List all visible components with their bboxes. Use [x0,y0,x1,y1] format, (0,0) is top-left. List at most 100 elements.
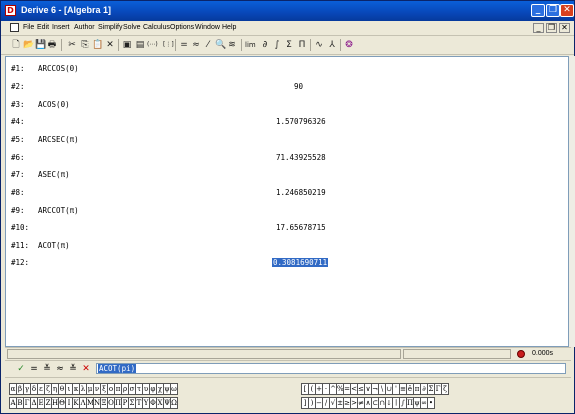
expression-input[interactable]: ARCCOT(π) [38,206,79,215]
close-button[interactable]: ✕ [560,4,574,17]
derive-logo-icon[interactable]: ❂ [344,39,354,51]
symbol-palette: [(+ · ^% = < ≤ ∨ ¬ \ ∪ ' ≡ ê π ∂ Σ Γζ ]) − / √ ± ≥ > ≠ ∧ ⊂ ∩ ↓ ∣ ∫ Πψ ∞… [301,382,541,412]
palette-symbol-button[interactable]: ω [170,383,178,395]
palette-symbol-button[interactable]: • [427,397,435,409]
expression-result[interactable]: 71.43925528 [276,153,326,162]
cut-icon[interactable]: ✂ [67,39,77,51]
enter-icon[interactable]: ✓ [16,363,26,375]
doc-minimize-button[interactable]: _ [533,23,544,33]
derive-app-icon[interactable]: D [5,5,16,16]
expand-icon[interactable]: ≋ [227,39,237,51]
toolbar-separator [241,39,242,51]
menu-solve[interactable]: Solve [123,24,141,31]
expression-label[interactable]: #3: [11,100,25,109]
menu-calculus[interactable]: Calculus [143,24,170,31]
integral-icon[interactable]: ∫ [272,39,282,51]
expression-result[interactable]: 17.65678715 [276,223,326,232]
approximate-icon[interactable]: ≈ [55,363,65,375]
enter-and-simplify-icon[interactable]: ≚ [42,363,52,375]
expression-entry-bar: ✓ = ≚ ≈ ≚ ✕ ACOT(pi) [5,360,571,378]
expression-label[interactable]: #9: [11,206,25,215]
expression-label[interactable]: #11: [11,241,29,250]
toolbar-separator [310,39,311,51]
simplify-icon[interactable]: = [29,363,39,375]
menu-simplify[interactable]: Simplify [98,24,123,31]
minimize-button[interactable]: _ [531,4,545,17]
plot-2d-icon[interactable]: ∿ [314,39,324,51]
symbol-row-2: ]) − / √ ± ≥ > ≠ ∧ ⊂ ∩ ↓ ∣ ∫ Πψ ∞ • [301,397,435,410]
expression-input[interactable]: ACOS(0) [38,100,70,109]
menu-help[interactable]: Help [222,24,236,31]
status-message-pane [7,349,401,359]
expression-input[interactable]: ACOT(π) [38,241,70,250]
symbol-row-1: [(+ · ^% = < ≤ ∨ ¬ \ ∪ ' ≡ ê π ∂ Σ Γζ [301,383,449,396]
menu-options[interactable]: Options [170,24,194,31]
expression-result[interactable]: 1.570796326 [276,117,326,126]
simplify-equals-icon[interactable]: = [179,39,189,51]
elapsed-time: 0.000s [532,350,554,357]
greek-uppercase-row: ΑΒΓΔΕΖΗΘΙΚΛΜΝΞΟΠΡΣΤΥΦΧΨΩ [9,397,178,410]
save-icon[interactable]: 💾 [35,39,46,51]
expression-input[interactable]: ASEC(π) [38,170,70,179]
maximize-button[interactable]: ❐ [546,4,560,17]
expression-label[interactable]: #5: [11,135,25,144]
toolbar-separator [340,39,341,51]
author-matrix-icon[interactable]: (⋯) [147,39,158,51]
expression-label[interactable]: #4: [11,117,25,126]
doc-close-button[interactable]: ✕ [559,23,570,33]
expression-label[interactable]: #2: [11,82,25,91]
menu-insert[interactable]: Insert [52,24,70,31]
plot-3d-icon[interactable]: ⅄ [327,39,337,51]
expression-label[interactable]: #10: [11,223,29,232]
approximate-icon[interactable]: ≈ [191,39,201,51]
palette-symbol-button[interactable]: Ω [170,397,178,409]
document-icon[interactable] [10,23,19,32]
substitute-icon[interactable]: 🔍 [215,39,226,51]
selected-expression-result[interactable]: 0.3081690711 [272,258,329,267]
expression-result[interactable]: 1.246850219 [276,188,326,197]
entry-text[interactable]: ACOT(pi) [98,364,137,373]
expression-label[interactable]: #1: [11,64,25,73]
delete-icon[interactable]: ✕ [105,39,115,51]
title-bar[interactable]: D Derive 6 - [Algebra 1] _ ❐ ✕ [1,1,574,21]
toolbar-separator [118,39,119,51]
status-bar: 0.000s [5,347,571,360]
palette-symbol-button[interactable]: ζ [441,383,449,395]
menu-author[interactable]: Author [74,24,95,31]
expression-label[interactable]: #8: [11,188,25,197]
limit-icon[interactable]: lim [245,39,256,51]
author-vector-icon[interactable]: ▤ [135,39,145,51]
doc-restore-button[interactable]: ❐ [546,23,557,33]
open-folder-icon[interactable]: 📂 [23,39,34,51]
menu-window[interactable]: Window [195,24,220,31]
author-grid-icon[interactable]: [⋮] [163,39,174,51]
author-text-icon[interactable]: ▣ [122,39,132,51]
vertical-scrollbar[interactable] [569,56,575,347]
solve-icon[interactable]: ⁄ [203,39,213,51]
expression-label[interactable]: #7: [11,170,25,179]
enter-and-approximate-icon[interactable]: ≚ [68,363,78,375]
sum-icon[interactable]: Σ [284,39,294,51]
menu-file[interactable]: File [23,24,34,31]
stop-icon[interactable] [517,350,525,358]
window-title: Derive 6 - [Algebra 1] [21,5,112,15]
copy-icon[interactable]: ⎘ [80,39,90,51]
paste-icon[interactable]: 📋 [92,39,103,51]
cancel-icon[interactable]: ✕ [81,363,91,375]
new-document-icon[interactable]: 🗋 [11,39,21,51]
expression-result[interactable]: 90 [294,82,303,91]
menu-edit[interactable]: Edit [37,24,49,31]
expression-entry-input[interactable]: ACOT(pi) [96,363,566,374]
derive-window: D Derive 6 - [Algebra 1] _ ❐ ✕ File Edit… [0,0,575,414]
expression-input[interactable]: ARCSEC(π) [38,135,79,144]
toolbar-separator [175,39,176,51]
algebra-window[interactable]: #1: ARCCOS(0) #2: 90 #3: ACOS(0) #4: 1.5… [5,56,569,347]
toolbar-separator [61,39,62,51]
expression-label[interactable]: #12: [11,258,29,267]
derivative-icon[interactable]: ∂ [260,39,270,51]
expression-label[interactable]: #6: [11,153,25,162]
product-icon[interactable]: Π [297,39,307,51]
print-icon[interactable]: 🖶 [47,39,57,51]
toolbar: 🗋 📂 💾 🖶 ✂ ⎘ 📋 ✕ ▣ ▤ (⋯) [⋮] = ≈ ⁄ 🔍 ≋ li… [1,36,574,55]
expression-input[interactable]: ARCCOS(0) [38,64,79,73]
